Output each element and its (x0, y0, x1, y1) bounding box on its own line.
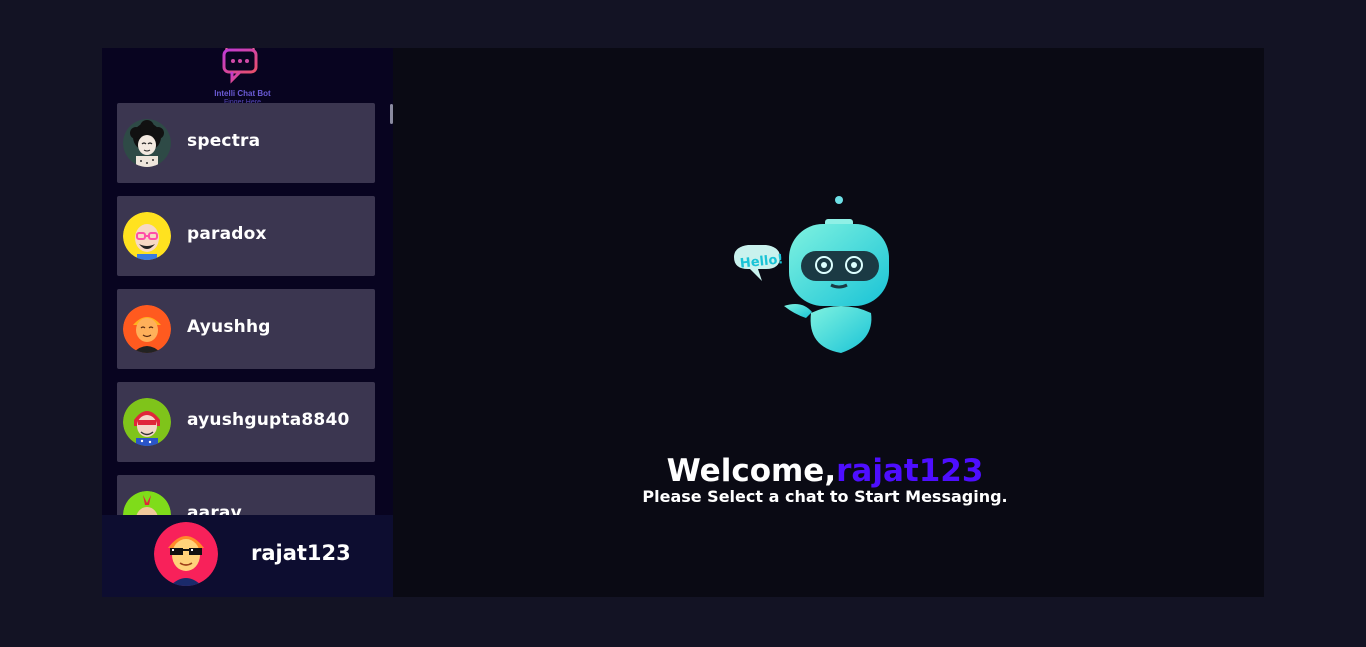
contact-name: aarav (187, 503, 242, 515)
avatar-sunglasses-icon (154, 522, 218, 586)
avatar-orange-icon (123, 305, 171, 353)
robot-bubble-text: Hello! (739, 252, 784, 271)
welcome-heading: Welcome,rajat123 (393, 453, 1257, 489)
avatar-red-hair-icon (123, 398, 171, 446)
welcome-prompt: Please Select a chat to Start Messaging. (642, 487, 1008, 506)
avatar-mohawk-icon (123, 491, 171, 515)
avatar-pink-glasses-icon (123, 212, 171, 260)
contact-item[interactable]: aarav (117, 475, 375, 515)
avatar-curly-hair-icon (123, 119, 171, 167)
contact-name: paradox (187, 224, 267, 244)
welcome-panel: Hello! Welcome,rajat123 Please Select a … (393, 48, 1264, 597)
chat-bot-icon (222, 48, 258, 84)
contact-name: Ayushhg (187, 317, 271, 337)
contact-name: spectra (187, 131, 261, 151)
current-user-name: rajat123 (251, 541, 351, 565)
brand-title: Intelli Chat Bot (214, 89, 271, 98)
chat-app: Intelli Chat Bot Finger Here (102, 48, 1264, 597)
current-user-panel: rajat123 (102, 515, 393, 597)
contacts-list: spectra paradox Ayushhg ayushgupta8840 a… (117, 103, 375, 515)
welcome-username: rajat123 (836, 453, 984, 489)
contact-item[interactable]: ayushgupta8840 (117, 382, 375, 462)
contact-item[interactable]: spectra (117, 103, 375, 183)
contact-name: ayushgupta8840 (187, 410, 350, 430)
contacts-sidebar: Intelli Chat Bot Finger Here (102, 48, 393, 597)
robot-hello-illustration: Hello! (734, 196, 889, 353)
welcome-greeting: Welcome, (666, 453, 837, 489)
contact-item[interactable]: paradox (117, 196, 375, 276)
brand-header: Intelli Chat Bot Finger Here (102, 48, 393, 106)
contact-item[interactable]: Ayushhg (117, 289, 375, 369)
